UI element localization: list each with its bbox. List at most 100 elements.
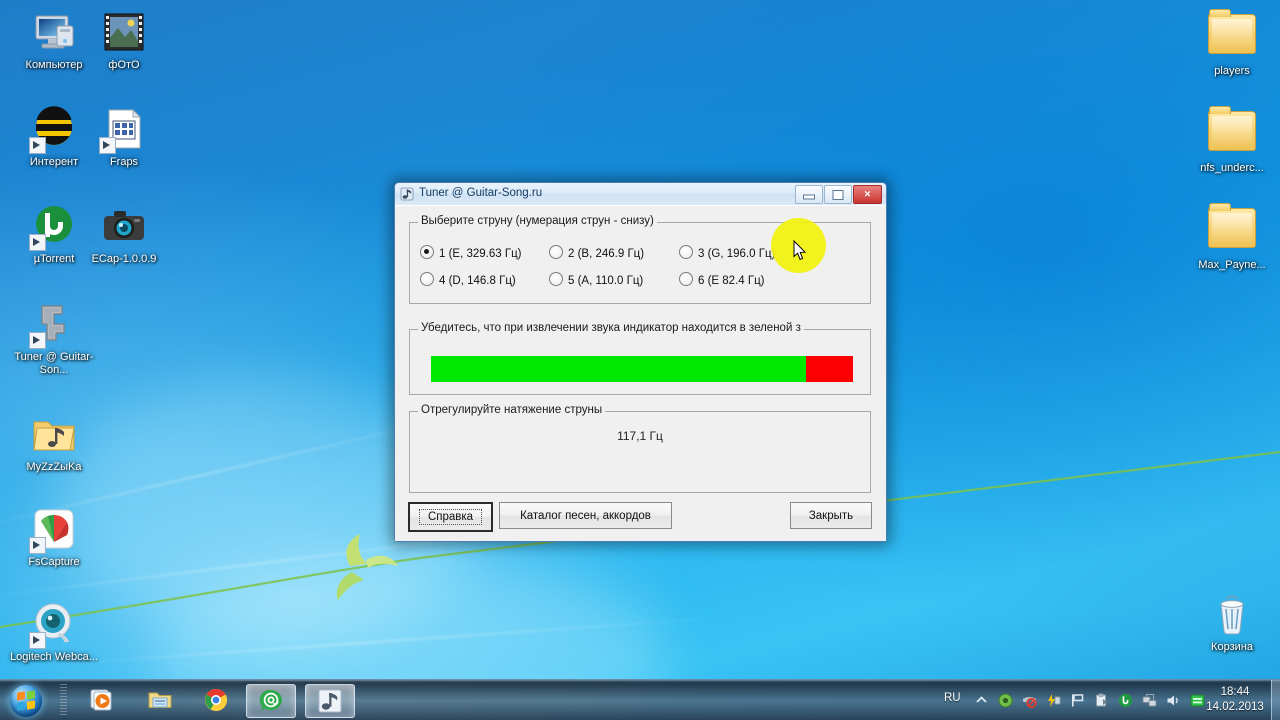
close-icon: × [864, 188, 871, 200]
volume-icon[interactable] [1166, 693, 1181, 708]
taskbar-file-explorer[interactable] [136, 684, 184, 716]
shortcut-overlay-icon [29, 632, 46, 649]
music-note-icon [400, 187, 414, 201]
start-button[interactable] [3, 681, 57, 719]
tension-group: Отрегулируйте натяжение струны 117,1 Гц … [409, 404, 871, 493]
computer-icon [30, 8, 78, 56]
close-button[interactable]: × [853, 185, 882, 204]
show-hidden-icons-chevron[interactable] [974, 693, 989, 708]
desktop-icon-fscapture[interactable]: FsCapture [8, 505, 100, 569]
radio-indicator[interactable] [420, 245, 434, 259]
utorrent-icon [29, 202, 78, 251]
windows-media-player-icon [89, 687, 115, 713]
radio-label: 2 (B, 246.9 Гц) [568, 248, 645, 260]
level-meter-green-zone [431, 356, 806, 382]
radio-indicator[interactable] [549, 245, 563, 259]
window-title-bar[interactable]: Tuner @ Guitar-Song.ru × [395, 183, 886, 206]
fscapture-icon [29, 505, 78, 554]
tick-mark [507, 467, 518, 477]
taskbar-windows-media-player[interactable] [78, 684, 126, 716]
taskbar[interactable]: RU 18:44 14.02.2013 [0, 679, 1280, 720]
taskbar-tuner-app[interactable] [305, 684, 355, 718]
taskbar-google-chrome[interactable] [192, 684, 240, 716]
desktop-icon-label: ECap-1.0.0.9 [91, 253, 157, 265]
show-desktop-button[interactable] [1271, 680, 1280, 720]
desktop-icon-tuner[interactable]: Tuner @ Guitar-Son... [8, 300, 100, 376]
tick-mark [764, 467, 775, 477]
clock-date: 14.02.2013 [1206, 701, 1264, 713]
utorrent-tray-icon[interactable] [1118, 693, 1133, 708]
phone-muted-icon[interactable] [1022, 693, 1037, 709]
radio-indicator[interactable] [679, 245, 693, 259]
desktop-icon-label: Корзина [1211, 641, 1253, 653]
desktop-icon-players[interactable]: players [1186, 8, 1278, 78]
network-icon[interactable] [1142, 693, 1157, 708]
clock[interactable]: 18:44 14.02.2013 [1196, 685, 1274, 715]
desktop-icon-recycle-bin[interactable]: Корзина [1186, 590, 1278, 654]
tension-legend: Отрегулируйте натяжение струны [418, 404, 606, 416]
song-catalog-label: Каталог песен, аккордов [520, 509, 651, 522]
desktop-icon-myzzzyka[interactable]: MyZzZыKa [8, 410, 100, 474]
desktop-icon-label: фОтО [108, 59, 140, 71]
taskbar-separator [60, 684, 67, 716]
string-selection-legend: Выберите струну (нумерация струн - снизу… [418, 215, 657, 227]
radio-string-4[interactable]: 4 (D, 146.8 Гц) [420, 272, 516, 287]
radio-label: 1 (E, 329.63 Гц) [439, 248, 522, 260]
radio-indicator[interactable] [679, 272, 693, 286]
desktop-icon-label: Tuner @ Guitar-Son... [14, 351, 94, 376]
camera-icon [100, 202, 148, 250]
level-meter-red-zone [806, 356, 853, 382]
restore-button[interactable] [824, 185, 852, 204]
music-folder-icon [30, 410, 78, 458]
shortcut-overlay-icon [29, 332, 46, 349]
desktop-icon-label: nfs_underc... [1200, 162, 1264, 174]
shortcut-overlay-icon [29, 234, 46, 251]
taskbar-at-messenger[interactable] [246, 684, 296, 718]
desktop-icon-logitech-webcam[interactable]: Logitech Webca... [8, 600, 100, 664]
clipboard-icon[interactable] [1094, 693, 1109, 708]
tick-mark [572, 467, 583, 477]
photo-filmstrip-icon [100, 8, 148, 56]
green-disc-icon[interactable] [998, 693, 1013, 708]
radio-label: 4 (D, 146.8 Гц) [439, 275, 516, 287]
radio-string-2[interactable]: 2 (B, 246.9 Гц) [549, 245, 644, 260]
minimize-button[interactable] [795, 185, 823, 204]
song-catalog-button[interactable]: Каталог песен, аккордов [499, 502, 672, 529]
desktop-icon-fraps[interactable]: Fraps [78, 105, 170, 169]
desktop-icon-label: players [1214, 65, 1250, 77]
tuner-tuningfork-icon [29, 300, 78, 349]
desktop-icon-label: Max_Payne... [1198, 259, 1266, 271]
desktop-icon-max-payne[interactable]: Max_Payne... [1186, 202, 1278, 272]
tick-mark-center [634, 467, 645, 477]
system-tray[interactable]: RU 18:44 14.02.2013 [930, 680, 1280, 720]
window-title: Tuner @ Guitar-Song.ru [419, 187, 543, 199]
folder-icon [1208, 9, 1256, 62]
tray-language-indicator[interactable]: RU [944, 692, 961, 704]
desktop-icon-nfs-undercover[interactable]: nfs_underc... [1186, 105, 1278, 175]
level-meter [431, 356, 853, 382]
flag-action-center-icon[interactable] [1070, 693, 1085, 708]
help-button[interactable]: Справка [408, 502, 493, 532]
radio-label: 6 (E 82.4 Гц) [698, 275, 765, 287]
desktop-icon-photo[interactable]: фОтО [78, 8, 170, 72]
frequency-readout: 117,1 Гц [617, 429, 663, 443]
radio-string-1[interactable]: 1 (E, 329.63 Гц) [420, 245, 522, 260]
radio-label: 5 (A, 110.0 Гц) [568, 275, 644, 287]
radio-indicator[interactable] [549, 272, 563, 286]
webcam-icon [29, 600, 78, 649]
power-flash-icon[interactable] [1046, 693, 1061, 708]
radio-string-5[interactable]: 5 (A, 110.0 Гц) [549, 272, 643, 287]
folder-icon [1208, 203, 1256, 256]
shortcut-overlay-icon [99, 137, 116, 154]
at-messenger-icon [258, 688, 284, 714]
radio-indicator[interactable] [420, 272, 434, 286]
clock-time: 18:44 [1220, 686, 1250, 698]
desktop-icon-ecap[interactable]: ECap-1.0.0.9 [78, 202, 170, 266]
close-dialog-button[interactable]: Закрыть [790, 502, 872, 529]
tick-mark [699, 467, 710, 477]
desktop-icon-label: Fraps [109, 156, 139, 168]
desktop-icon-label: FsCapture [28, 556, 80, 568]
radio-string-6[interactable]: 6 (E 82.4 Гц) [679, 272, 765, 287]
radio-string-3[interactable]: 3 (G, 196.0 Гц) [679, 245, 775, 260]
tick-mark [442, 467, 453, 477]
